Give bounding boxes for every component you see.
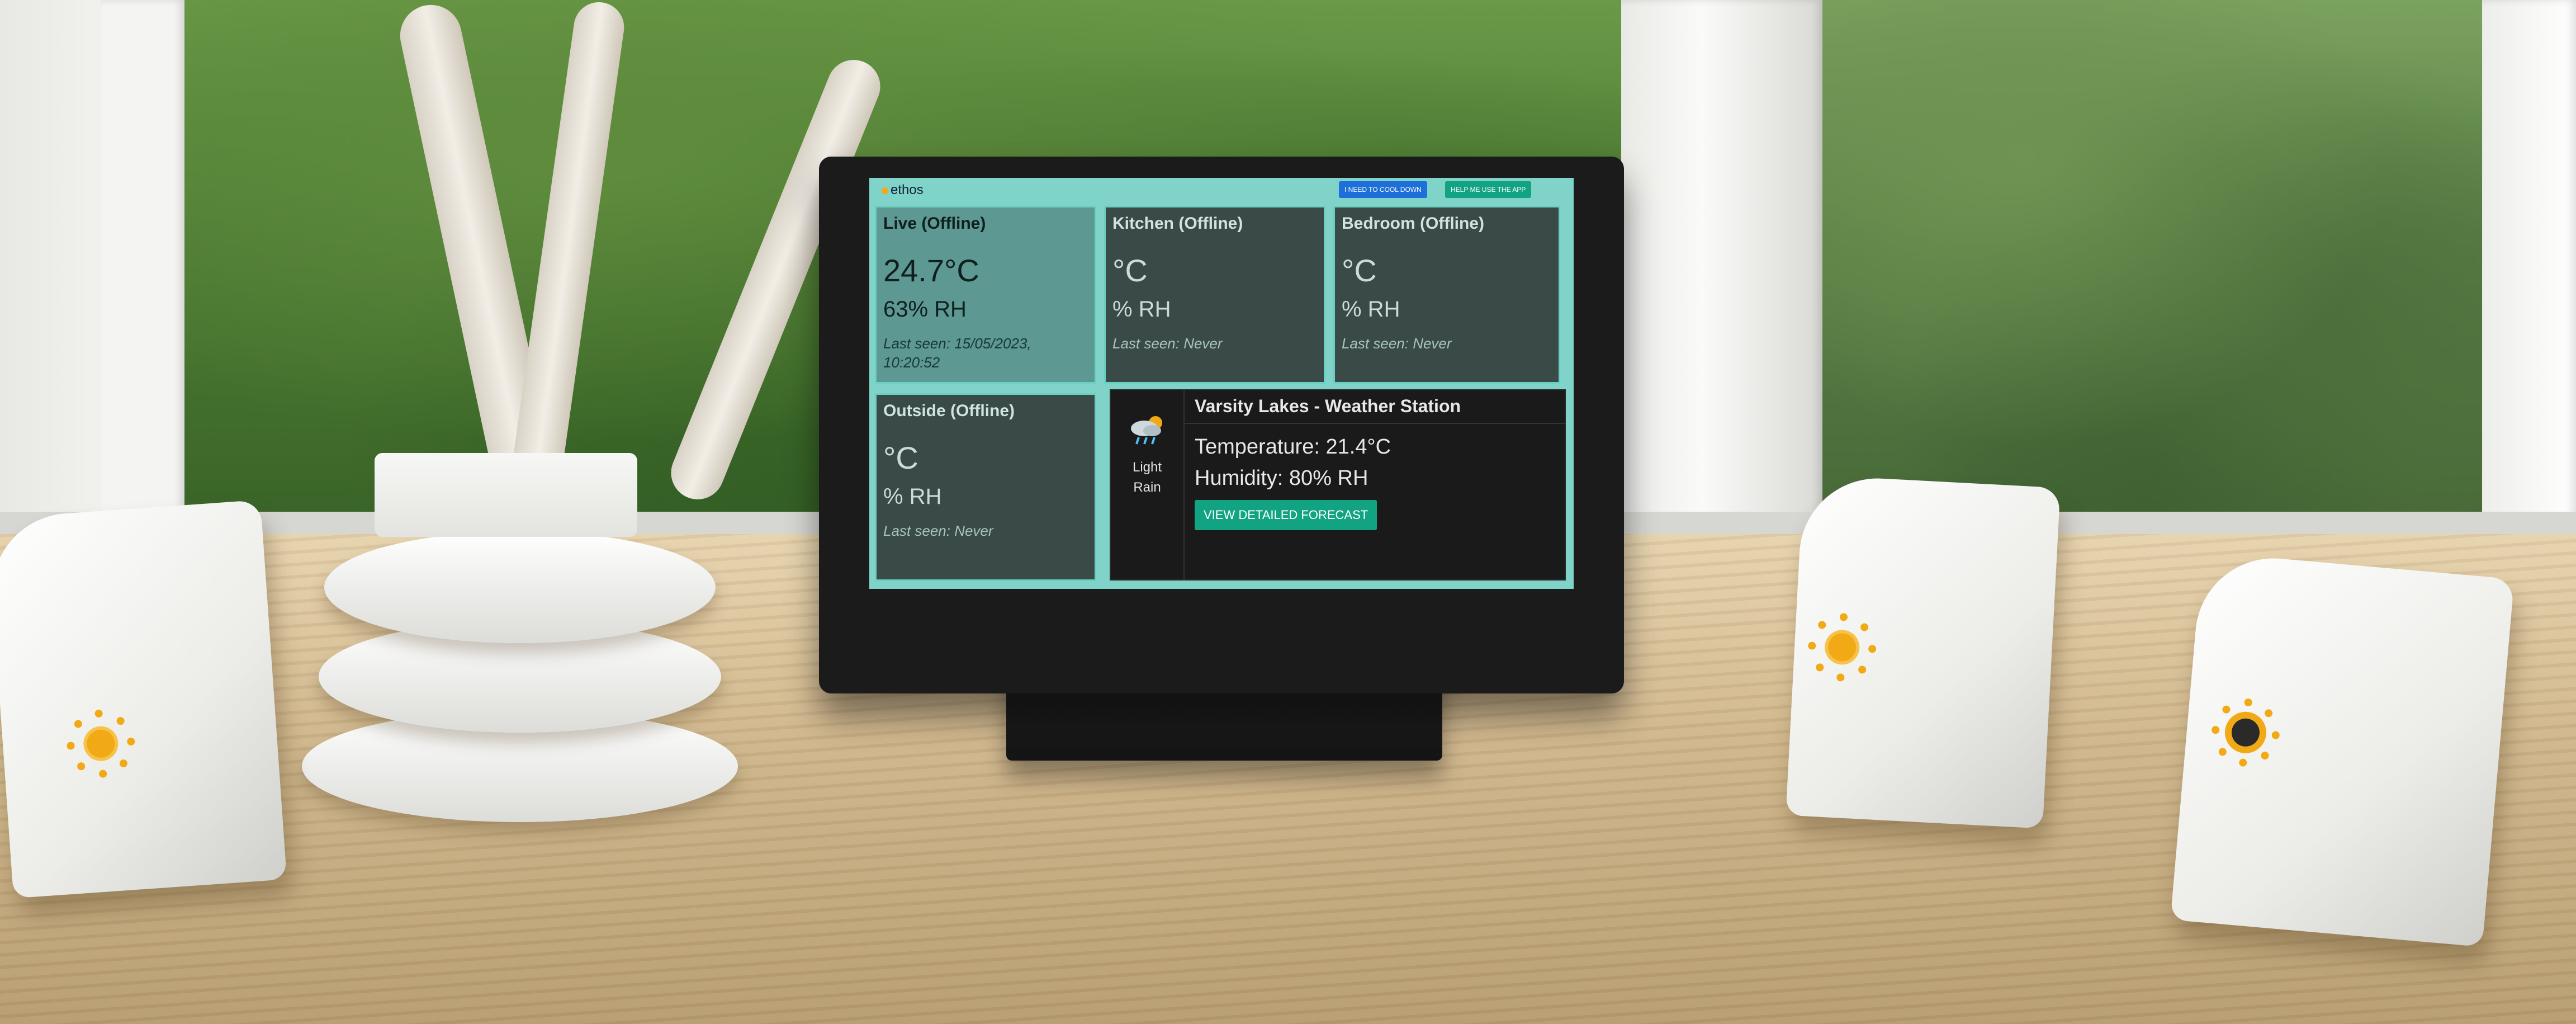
view-forecast-button[interactable]: VIEW DETAILED FORECAST [1195,500,1377,530]
card-kitchen[interactable]: Kitchen (Offline) °C % RH Last seen: Nev… [1104,206,1325,384]
sun-icon [2211,698,2280,767]
divider [1183,423,1565,424]
weather-station-panel: Light Rain Varsity Lakes - Weather Stati… [1110,389,1566,581]
cloud-rain-sun-icon [1131,416,1162,445]
sun-icon [67,709,135,778]
temperature-value: °C [883,440,918,475]
humidity-value: % RH [1112,297,1171,322]
app-logo-text: ethos [891,182,924,197]
window-frame [101,0,184,537]
card-outside[interactable]: Outside (Offline) °C % RH Last seen: Nev… [875,393,1096,581]
station-temperature: Temperature: 21.4°C [1195,435,1391,459]
sensor-puck [1786,474,2061,829]
card-title: Bedroom (Offline) [1342,214,1484,233]
humidity-value: % RH [1342,297,1400,322]
sensor-puck [0,499,287,899]
card-bedroom[interactable]: Bedroom (Offline) °C % RH Last seen: Nev… [1333,206,1560,384]
dashboard-screen: ethos I NEED TO COOL DOWN HELP ME USE TH… [869,178,1574,589]
radiation-shield [302,453,738,839]
top-bar: ethos I NEED TO COOL DOWN HELP ME USE TH… [869,178,1574,201]
window-right-trees [1822,0,2493,526]
humidity-value: 63% RH [883,297,967,322]
last-seen: Last seen: Never [1112,335,1223,352]
help-button[interactable]: HELP ME USE THE APP [1445,181,1532,198]
app-logo: ethos [882,182,924,198]
humidity-value: % RH [883,484,942,509]
condition-line: Rain [1133,480,1161,495]
temperature-value: °C [1112,253,1148,288]
cool-down-button[interactable]: I NEED TO COOL DOWN [1339,181,1427,198]
station-humidity: Humidity: 80% RH [1195,466,1368,490]
tree-trunk [507,0,628,504]
card-title: Kitchen (Offline) [1112,214,1243,233]
card-live[interactable]: Live (Offline) 24.7°C 63% RH Last seen: … [875,206,1096,384]
station-title: Varsity Lakes - Weather Station [1195,396,1461,416]
last-seen: Last seen: Never [1342,335,1452,352]
temperature-value: 24.7°C [883,253,979,288]
condition-line: Light [1132,460,1162,475]
card-title: Live (Offline) [883,214,986,233]
sensor-puck [2170,551,2515,947]
window-frame [2482,0,2576,537]
temperature-value: °C [1342,253,1377,288]
sun-icon [1807,613,1877,682]
weather-condition: Light Rain [1111,457,1183,498]
last-seen: Last seen: Never [883,522,993,539]
window-frame [1621,0,1822,537]
last-seen: Last seen: 15/05/2023, 10:20:52 [883,335,1031,371]
shield-disc [324,531,716,643]
shield-cap [375,453,637,537]
card-title: Outside (Offline) [883,402,1015,420]
logo-dot-icon [882,187,888,194]
weather-condition-column: Light Rain [1111,390,1185,579]
